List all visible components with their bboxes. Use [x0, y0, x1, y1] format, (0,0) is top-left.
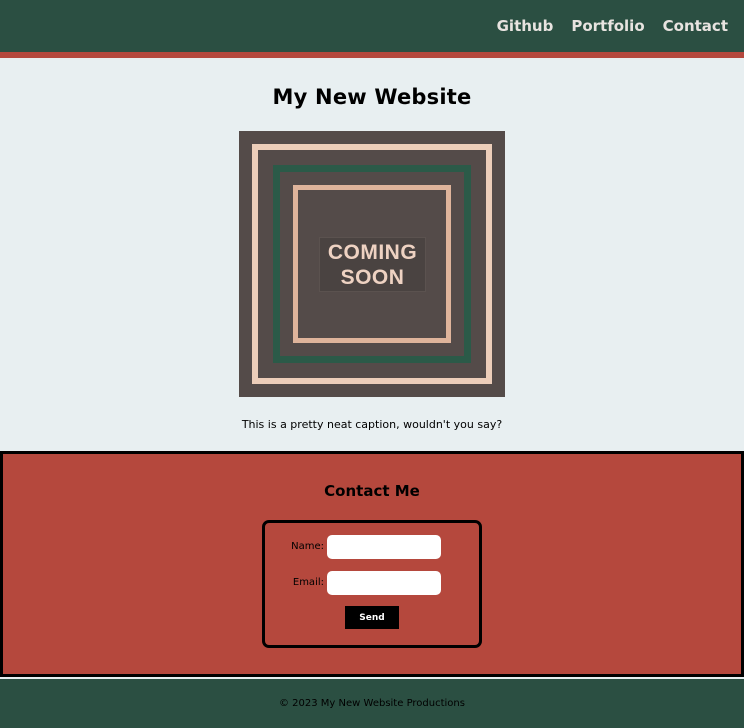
nav-link-portfolio[interactable]: Portfolio	[571, 17, 644, 35]
coming-soon-text: COMING SOON	[320, 238, 425, 291]
name-row: Name:	[265, 535, 479, 559]
send-button[interactable]: Send	[345, 606, 399, 629]
coming-soon-line1: COMING	[327, 240, 418, 264]
nav-links: Github Portfolio Contact	[497, 0, 728, 52]
page-title: My New Website	[272, 85, 472, 109]
email-input[interactable]	[327, 571, 441, 595]
email-label: Email:	[292, 577, 324, 588]
main-content: My New Website COMING SOON This is a pre…	[0, 58, 744, 451]
coming-soon-line2: SOON	[340, 265, 405, 289]
name-label: Name:	[291, 541, 324, 552]
footer: © 2023 My New Website Productions	[0, 679, 744, 728]
contact-form: Name: Email: Send	[262, 520, 482, 648]
contact-section: Contact Me Name: Email: Send	[0, 451, 744, 677]
footer-copyright: © 2023 My New Website Productions	[279, 698, 465, 709]
navbar: Github Portfolio Contact	[0, 0, 744, 52]
contact-title: Contact Me	[324, 482, 420, 500]
coming-soon-label-box: COMING SOON	[319, 237, 426, 292]
coming-soon-image: COMING SOON	[239, 131, 505, 397]
image-caption: This is a pretty neat caption, wouldn't …	[241, 418, 503, 431]
email-row: Email:	[265, 571, 479, 595]
name-input[interactable]	[327, 535, 441, 559]
nav-link-contact[interactable]: Contact	[663, 17, 728, 35]
nav-link-github[interactable]: Github	[497, 17, 554, 35]
